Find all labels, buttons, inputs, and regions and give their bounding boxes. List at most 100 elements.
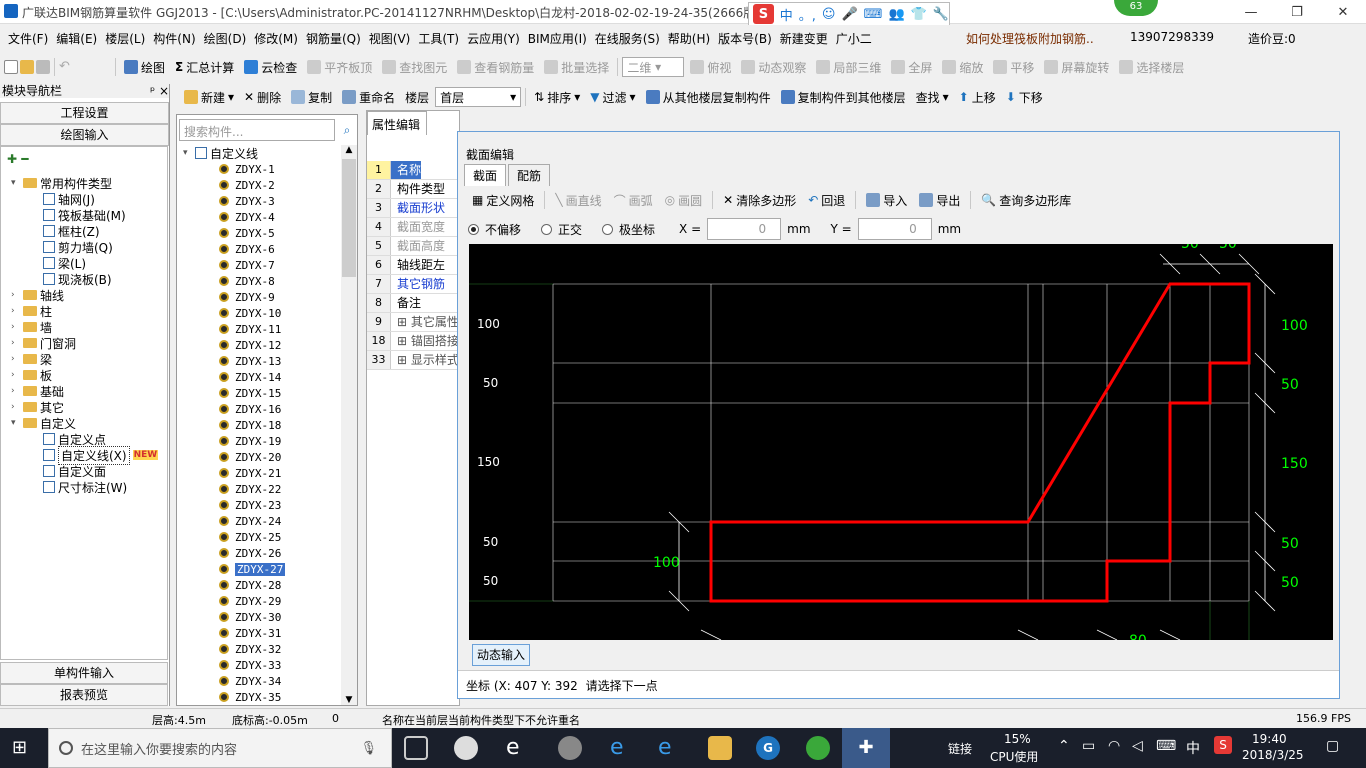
define-grid-button[interactable]: ▦ 定义网格 — [468, 192, 538, 209]
expand-icon[interactable]: › — [11, 402, 20, 412]
ime-indicator[interactable]: 中 — [1186, 738, 1200, 758]
ime-skin-icon[interactable]: 👕 — [911, 7, 927, 22]
component-item[interactable]: ZDYX-31 — [219, 625, 281, 641]
menu-edit[interactable]: 编辑(E) — [52, 30, 101, 47]
move-up-button[interactable]: ⬆ 上移 — [955, 89, 1000, 106]
collapse-icon[interactable]: ▾ — [183, 148, 192, 158]
component-item[interactable]: ZDYX-14 — [219, 369, 281, 385]
component-item[interactable]: ZDYX-3 — [219, 193, 275, 209]
menu-modify[interactable]: 修改(M) — [250, 30, 302, 47]
battery-icon[interactable]: ▭ — [1082, 738, 1095, 754]
undo-icon[interactable]: ↶ — [59, 60, 73, 74]
file-explorer-icon[interactable] — [708, 736, 732, 760]
copy-to-floor-button[interactable]: 复制构件到其他楼层 — [777, 89, 910, 106]
section-polygon[interactable] — [709, 282, 1251, 603]
radio-polar[interactable] — [602, 223, 614, 235]
clock-time[interactable]: 19:40 — [1252, 732, 1287, 746]
component-item[interactable]: ZDYX-19 — [219, 433, 281, 449]
new-component-button[interactable]: 新建 ▾ — [180, 89, 238, 106]
component-item[interactable]: ZDYX-27 — [219, 561, 286, 577]
task-view-icon[interactable] — [404, 736, 428, 760]
component-item[interactable]: ZDYX-25 — [219, 529, 281, 545]
link-label[interactable]: 链接 — [948, 740, 972, 757]
expand-plus-icon[interactable]: ⊞ — [397, 334, 411, 348]
scroll-up-icon[interactable]: ▲ — [341, 145, 357, 155]
nav-tree-item[interactable]: ▾ 常用构件类型 — [11, 175, 112, 191]
nav-tree-item[interactable]: › 轴线 — [11, 287, 64, 303]
glodon-app-icon[interactable]: G — [756, 736, 780, 760]
expand-icon[interactable]: › — [11, 354, 20, 364]
report-preview-button[interactable]: 报表预览 — [0, 684, 168, 706]
ime-voice-icon[interactable]: 🎤 — [841, 7, 857, 22]
scroll-down-icon[interactable]: ▼ — [341, 695, 357, 705]
nav-tree-item[interactable]: › 基础 — [11, 383, 64, 399]
draw-arc-button[interactable]: ⌒ 画弧 — [610, 192, 657, 209]
top-view-button[interactable]: 俯视 — [686, 59, 735, 76]
component-item[interactable]: ZDYX-33 — [219, 657, 281, 673]
volume-icon[interactable]: ◁ — [1132, 738, 1143, 754]
orbit-button[interactable]: 动态观察 — [737, 59, 810, 76]
ime-user-icon[interactable]: 👥 — [888, 7, 904, 22]
section-canvas[interactable]: 100 50 150 50 50 100 50 150 50 50 50 50 … — [469, 244, 1333, 640]
component-item[interactable]: ZDYX-34 — [219, 673, 281, 689]
ggj-active-icon[interactable]: ✚ — [842, 728, 890, 768]
move-down-button[interactable]: ⬇ 下移 — [1002, 89, 1047, 106]
menu-online[interactable]: 在线服务(S) — [591, 30, 664, 47]
ime-keyboard-icon[interactable]: ⌨ — [864, 7, 883, 22]
menu-help[interactable]: 帮助(H) — [664, 30, 714, 47]
property-row[interactable]: 2 构件类型 — [367, 180, 459, 199]
nav-tree-item[interactable]: 梁(L) — [43, 255, 86, 271]
menu-bim[interactable]: BIM应用(I) — [524, 30, 591, 47]
property-row[interactable]: 33 ⊞ 显示样式 — [367, 351, 459, 370]
component-item[interactable]: ZDYX-32 — [219, 641, 281, 657]
menu-component[interactable]: 构件(N) — [149, 30, 199, 47]
ie-icon[interactable]: e — [658, 736, 682, 760]
component-item[interactable]: ZDYX-8 — [219, 273, 275, 289]
dynamic-input-button[interactable]: 动态输入 — [472, 644, 530, 666]
ime-chinese-mode[interactable]: 中 — [780, 5, 793, 24]
save-icon[interactable] — [36, 60, 50, 74]
tab-reinforcement[interactable]: 配筋 — [508, 164, 551, 186]
nav-tree-item[interactable]: 筏板基础(M) — [43, 207, 126, 223]
align-slab-top-button[interactable]: 平齐板顶 — [303, 59, 376, 76]
select-floor-button[interactable]: 选择楼层 — [1115, 59, 1188, 76]
component-item[interactable]: ZDYX-26 — [219, 545, 281, 561]
view-mode-select[interactable]: 二维 ▾ — [622, 57, 685, 77]
rotate-screen-button[interactable]: 屏幕旋转 — [1040, 59, 1113, 76]
radio-orthogonal[interactable] — [541, 223, 553, 235]
expand-icon[interactable]: › — [11, 338, 20, 348]
browser-360-icon[interactable] — [806, 736, 830, 760]
component-item[interactable]: ZDYX-23 — [219, 497, 281, 513]
property-row[interactable]: 1 名称 — [367, 161, 459, 180]
notification-center-icon[interactable]: ▢ — [1326, 738, 1339, 754]
windows-start-icon[interactable]: ⊞ — [12, 736, 36, 760]
notification-badge[interactable]: 63 — [1114, 0, 1158, 16]
component-item[interactable]: ZDYX-24 — [219, 513, 281, 529]
component-item[interactable]: ZDYX-13 — [219, 353, 281, 369]
component-item[interactable]: ZDYX-10 — [219, 305, 281, 321]
collapse-icon[interactable]: ▾ — [11, 178, 20, 188]
component-item[interactable]: ZDYX-22 — [219, 481, 281, 497]
property-row[interactable]: 6 轴线距左 — [367, 256, 459, 275]
copy-button[interactable]: 复制 — [287, 89, 336, 106]
open-file-icon[interactable] — [20, 60, 34, 74]
sogou-tray-icon[interactable]: S — [1214, 736, 1232, 754]
ime-settings-icon[interactable]: 🔧 — [933, 7, 949, 22]
nav-tree-item[interactable]: 轴网(J) — [43, 191, 95, 207]
engineering-settings-button[interactable]: 工程设置 — [0, 102, 169, 124]
chevron-up-icon[interactable]: ⌃ — [1058, 738, 1070, 754]
price-beans[interactable]: 造价豆:0 — [1248, 30, 1296, 47]
restore-icon[interactable]: ❐ — [1274, 0, 1320, 24]
search-icon[interactable]: ⌕ — [337, 119, 357, 141]
wifi-icon[interactable]: ◠ — [1108, 738, 1120, 754]
component-item[interactable]: ZDYX-16 — [219, 401, 281, 417]
component-item[interactable]: ZDYX-7 — [219, 257, 275, 273]
component-item[interactable]: ZDYX-30 — [219, 609, 281, 625]
view-rebar-button[interactable]: 查看钢筋量 — [453, 59, 538, 76]
floor-select[interactable]: 首层 ▾ — [435, 87, 522, 107]
tab-section[interactable]: 截面 — [464, 164, 507, 186]
sogou-icon[interactable]: S — [753, 4, 774, 24]
expand-plus-icon[interactable]: ⊞ — [397, 315, 411, 329]
minimize-icon[interactable]: — — [1228, 0, 1274, 24]
component-item[interactable]: ZDYX-12 — [219, 337, 281, 353]
